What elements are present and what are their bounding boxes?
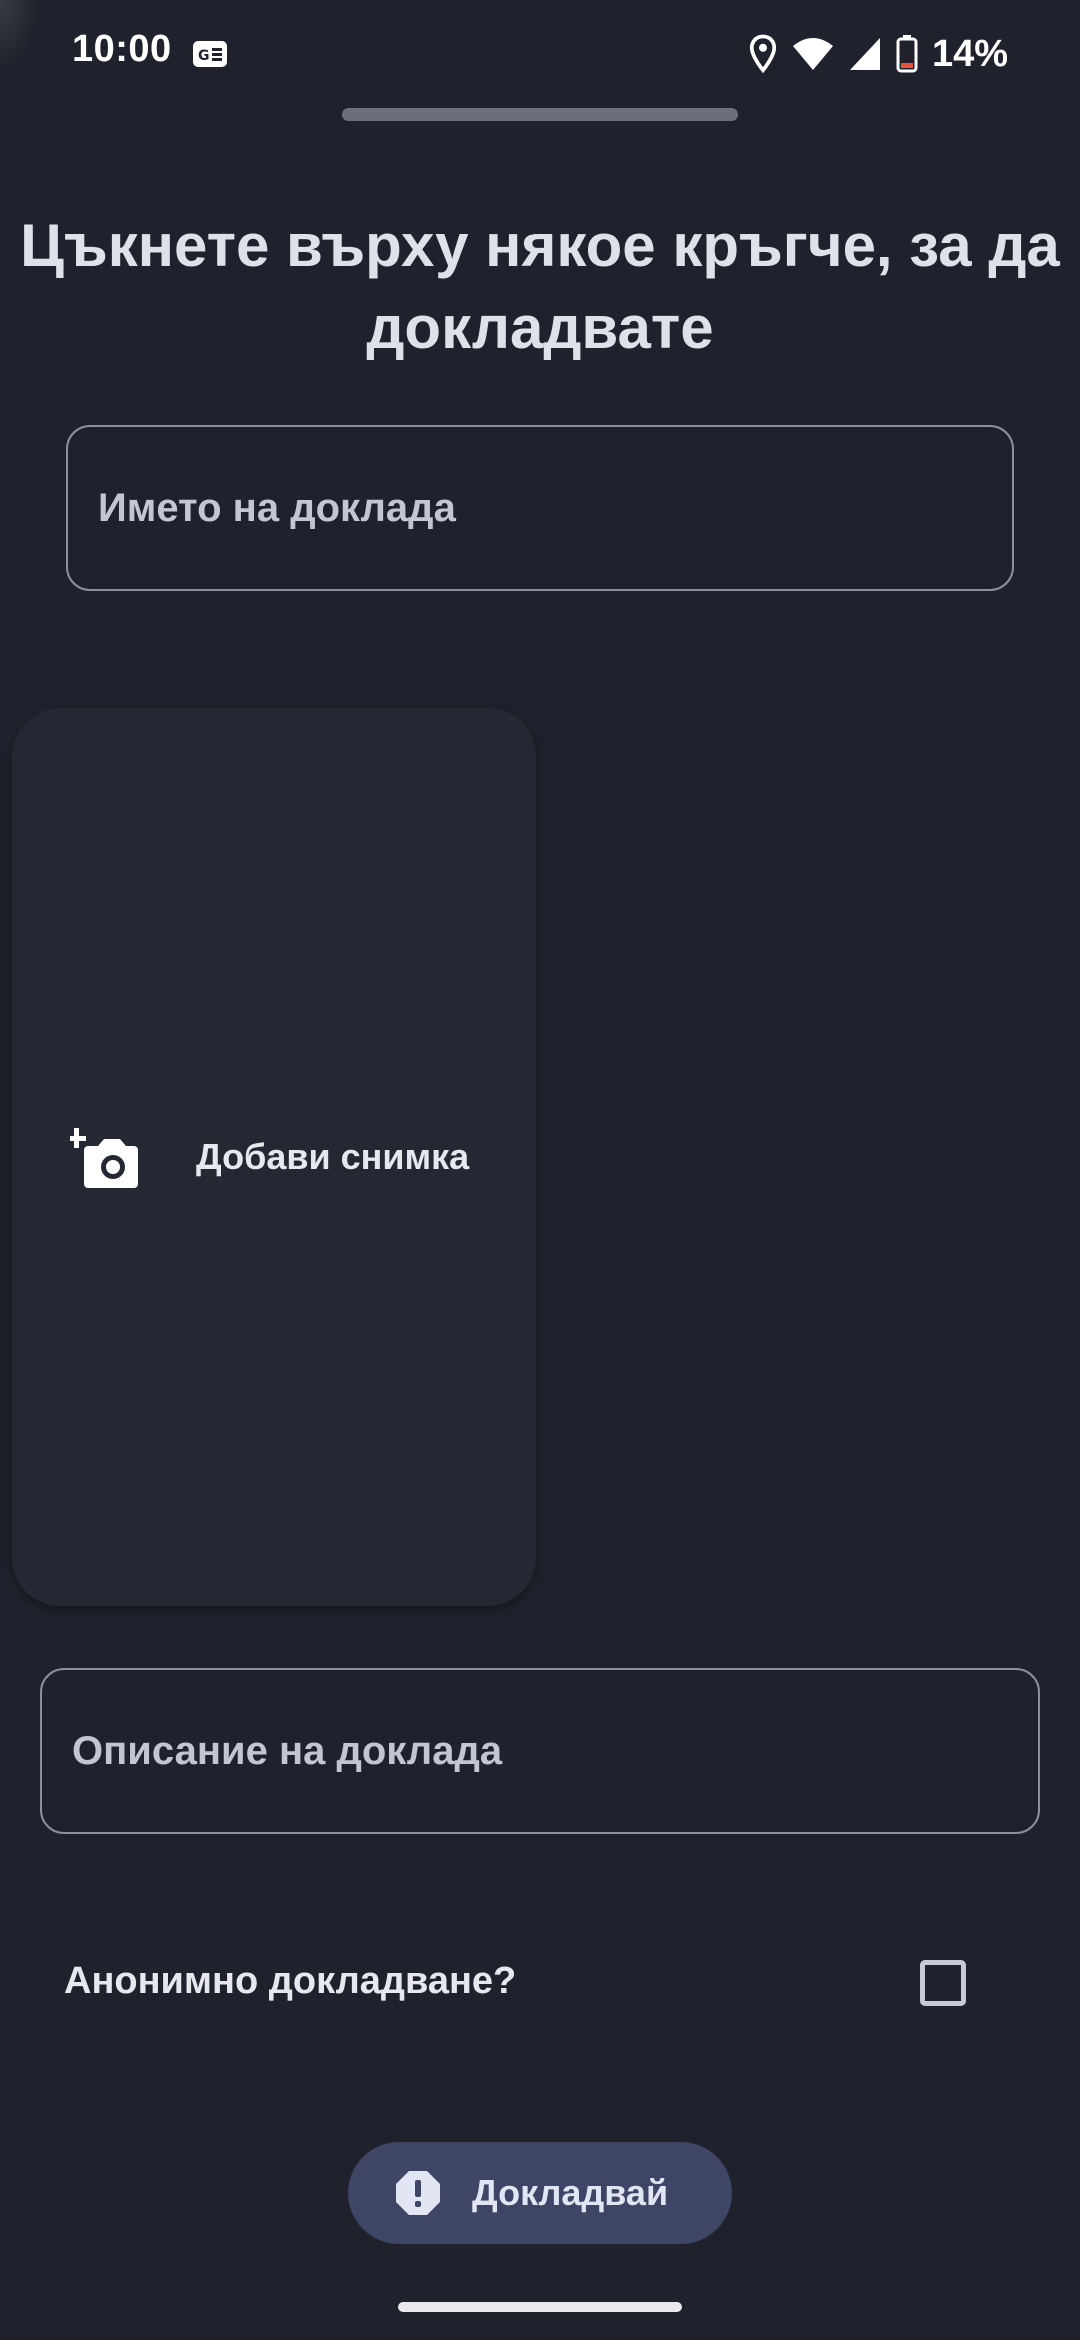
anonymous-report-label: Анонимно докладване?: [64, 1960, 517, 2002]
cell-signal-icon: [849, 38, 880, 70]
home-indicator[interactable]: [398, 2302, 682, 2312]
add-photo-icon: [70, 1128, 138, 1188]
report-button[interactable]: Докладвай: [348, 2142, 732, 2244]
add-photo-button[interactable]: Добави снимка: [12, 708, 536, 1606]
status-bar: 10:00 G 14%: [0, 0, 1080, 108]
wifi-icon: [792, 38, 833, 70]
report-screen: 10:00 G 14% Цъкнете върху някое кръгче, …: [0, 0, 1080, 2340]
status-time: 10:00: [72, 28, 172, 70]
report-button-label: Докладвай: [472, 2172, 669, 2213]
battery-icon: [896, 35, 918, 73]
add-photo-label: Добави снимка: [196, 1136, 470, 1177]
wallpaper-corner: [0, 0, 40, 70]
anonymous-report-checkbox[interactable]: [920, 1960, 966, 2006]
battery-percent: 14%: [931, 32, 1008, 75]
report-description-field[interactable]: Описание на доклада: [40, 1668, 1040, 1834]
report-description-placeholder: Описание на доклада: [72, 1728, 503, 1773]
report-name-placeholder: Името на доклада: [98, 485, 456, 530]
report-name-field[interactable]: Името на доклада: [66, 425, 1014, 591]
alert-octagon-icon: [396, 2171, 440, 2215]
page-title: Цъкнете върху някое кръгче, за да доклад…: [20, 212, 1060, 361]
status-icons: 14%: [748, 30, 1008, 78]
svg-text:G: G: [198, 48, 210, 64]
location-icon: [749, 34, 777, 74]
ge-notification-icon: G: [193, 41, 227, 67]
bottom-sheet-drag-handle[interactable]: [342, 108, 738, 121]
